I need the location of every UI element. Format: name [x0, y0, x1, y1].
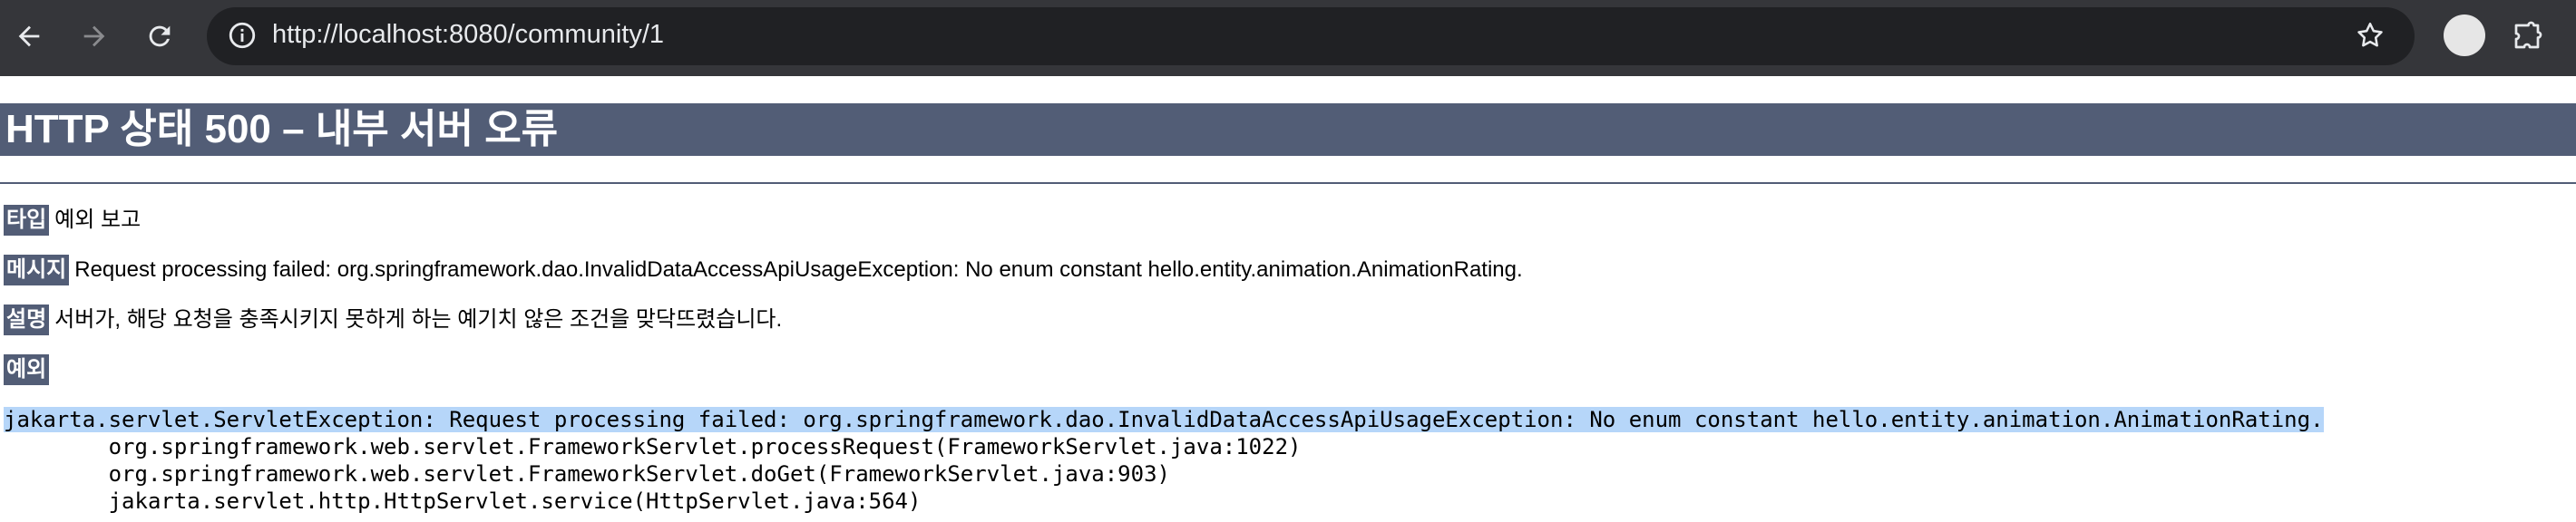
forward-arrow-icon[interactable] — [71, 13, 118, 60]
stack-frame: org.springframework.web.servlet.Framewor… — [4, 461, 1170, 487]
stack-frame: jakarta.servlet.http.HttpServlet.service… — [4, 488, 922, 514]
page-title: HTTP 상태 500 – 내부 서버 오류 — [0, 103, 2576, 156]
description-row: 설명 서버가, 해당 요청을 충족시키지 못하게 하는 예기치 않은 조건을 맞닥… — [4, 304, 782, 335]
description-label: 설명 — [4, 304, 50, 335]
description-value: 서버가, 해당 요청을 충족시키지 못하게 하는 예기치 않은 조건을 맞닥뜨렸… — [54, 307, 783, 332]
stack-frame: org.springframework.web.servlet.Framewor… — [4, 434, 1302, 459]
url-text[interactable]: http://localhost:8080/community/1 — [272, 16, 664, 53]
exception-line: jakarta.servlet.ServletException: Reques… — [4, 407, 2324, 432]
message-value: Request processing failed: org.springfra… — [74, 257, 1523, 282]
back-arrow-icon[interactable] — [5, 13, 53, 60]
profile-avatar[interactable] — [2444, 14, 2485, 56]
stack-trace: jakarta.servlet.ServletException: Reques… — [4, 406, 2324, 515]
type-row: 타입 예외 보고 — [4, 205, 141, 236]
site-info-icon[interactable] — [225, 18, 259, 53]
message-row: 메시지 Request processing failed: org.spring… — [4, 255, 1523, 285]
bookmark-star-icon[interactable] — [2351, 16, 2389, 54]
exception-row: 예외 — [4, 354, 54, 385]
exception-label: 예외 — [4, 354, 50, 385]
type-value: 예외 보고 — [54, 208, 141, 232]
browser-toolbar: http://localhost:8080/community/1 — [0, 0, 2576, 76]
reload-icon[interactable] — [136, 13, 183, 60]
message-label: 메시지 — [4, 255, 70, 285]
type-label: 타입 — [4, 205, 50, 236]
divider — [0, 182, 2576, 184]
extensions-icon[interactable] — [2505, 14, 2549, 58]
